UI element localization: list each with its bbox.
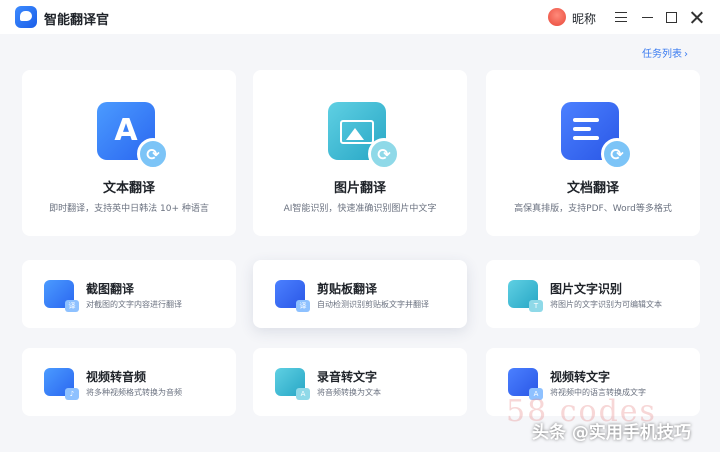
video-to-text-icon: A <box>508 368 543 400</box>
minimize-icon <box>641 16 653 18</box>
user-name[interactable]: 昵称 <box>572 10 596 27</box>
card-title: 文本翻译 <box>102 181 155 196</box>
menu-icon <box>615 12 627 22</box>
watermark: 头条 @实用手机技巧 <box>532 423 691 443</box>
card-title: 图片文字识别 <box>550 282 623 296</box>
card-desc: 将音频转换为文本 <box>317 388 381 397</box>
card-desc: 将多种视频格式转换为音频 <box>86 388 182 397</box>
task-list-label: 任务列表 <box>642 49 682 60</box>
card-title: 剪贴板翻译 <box>317 282 378 296</box>
document-translate-icon: ⟳ <box>561 102 633 170</box>
text-translate-card[interactable]: A ⟳ 文本翻译 即时翻译，支持英中日韩法 10+ 种语言 <box>22 70 236 236</box>
sync-icon: ⟳ <box>137 138 169 170</box>
menu-button[interactable] <box>612 8 630 26</box>
card-desc: 高保真排版，支持PDF、Word等多格式 <box>514 204 672 214</box>
maximize-icon <box>665 11 677 23</box>
video-to-audio-icon: ♪ <box>44 368 79 400</box>
clipboard-icon: 译 <box>275 280 310 312</box>
card-title: 录音转文字 <box>317 370 378 384</box>
card-title: 视频转音频 <box>86 370 147 384</box>
video-to-audio-card[interactable]: ♪ 视频转音频 将多种视频格式转换为音频 <box>22 348 236 416</box>
close-button[interactable] <box>687 8 705 26</box>
card-desc: 对截图的文字内容进行翻译 <box>86 300 182 309</box>
card-desc: 自动检测识别剪贴板文字并翻译 <box>317 300 429 309</box>
clipboard-translate-card[interactable]: 译 剪贴板翻译 自动检测识别剪贴板文字并翻译 <box>253 260 467 328</box>
image-ocr-card[interactable]: T 图片文字识别 将图片的文字识别为可编辑文本 <box>486 260 700 328</box>
image-translate-icon: ⟳ <box>328 102 400 170</box>
card-desc: 即时翻译，支持英中日韩法 10+ 种语言 <box>49 204 209 214</box>
audio-to-text-card[interactable]: A 录音转文字 将音频转换为文本 <box>253 348 467 416</box>
close-icon <box>690 11 703 24</box>
screenshot-icon: 译 <box>44 280 79 312</box>
app-logo-icon <box>15 6 37 28</box>
chevron-right-icon: › <box>684 49 688 60</box>
avatar[interactable] <box>548 8 566 26</box>
card-title: 文档翻译 <box>566 181 619 196</box>
title-bar: 智能翻译官 昵称 <box>0 0 720 34</box>
screenshot-translate-card[interactable]: 译 截图翻译 对截图的文字内容进行翻译 <box>22 260 236 328</box>
image-ocr-icon: T <box>508 280 543 312</box>
sync-icon: ⟳ <box>601 138 633 170</box>
card-desc: AI智能识别，快速准确识别图片中文字 <box>283 204 437 214</box>
card-title: 截图翻译 <box>86 282 135 296</box>
card-desc: 将图片的文字识别为可编辑文本 <box>550 300 662 309</box>
task-list-link[interactable]: 任务列表 › <box>642 45 688 60</box>
text-translate-icon: A ⟳ <box>97 102 169 170</box>
microphone-icon: A <box>275 368 310 400</box>
card-title: 图片翻译 <box>333 181 386 196</box>
sync-icon: ⟳ <box>368 138 400 170</box>
card-title: 视频转文字 <box>550 370 611 384</box>
maximize-button[interactable] <box>662 8 680 26</box>
app-title: 智能翻译官 <box>44 13 110 28</box>
image-translate-card[interactable]: ⟳ 图片翻译 AI智能识别，快速准确识别图片中文字 <box>253 70 467 236</box>
minimize-button[interactable] <box>638 8 656 26</box>
document-translate-card[interactable]: ⟳ 文档翻译 高保真排版，支持PDF、Word等多格式 <box>486 70 700 236</box>
